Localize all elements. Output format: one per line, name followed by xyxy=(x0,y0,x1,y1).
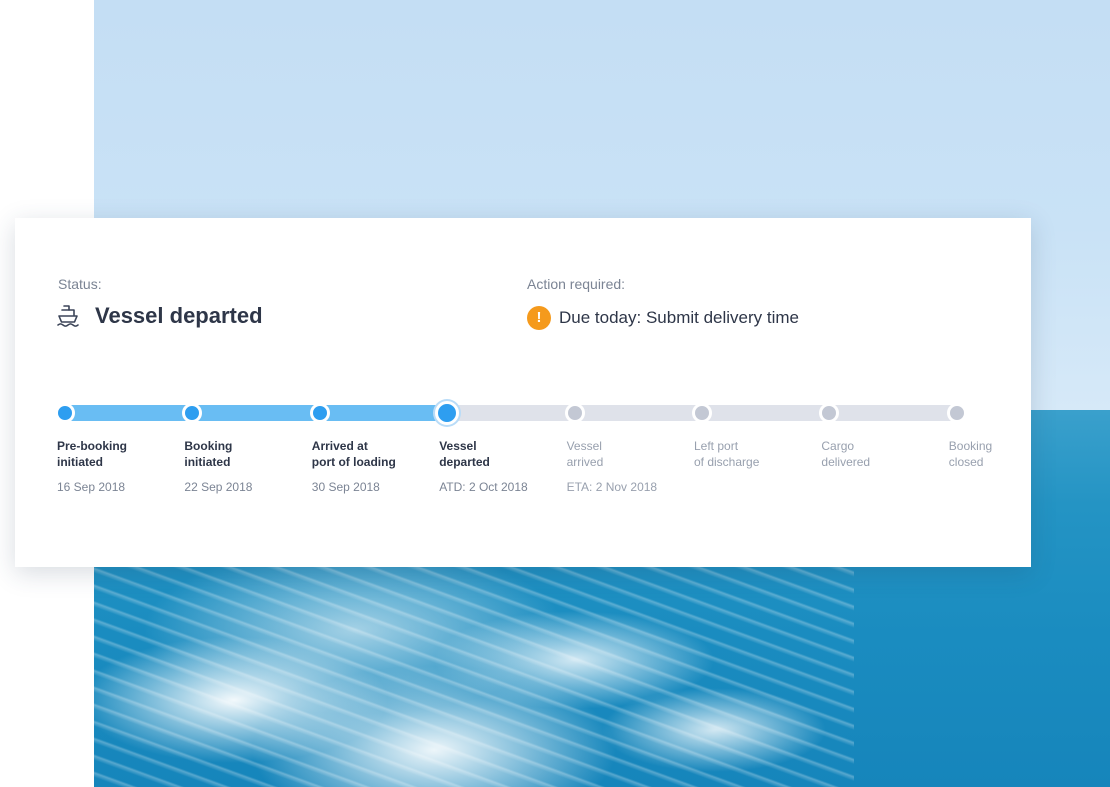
step-name-line: arrived xyxy=(566,455,604,469)
status-row: Vessel departed xyxy=(55,302,263,330)
step-marker[interactable] xyxy=(309,403,330,423)
action-label: Action required: xyxy=(527,276,626,292)
action-text[interactable]: Due today: Submit delivery time xyxy=(559,308,799,328)
step-marker[interactable] xyxy=(435,401,460,425)
step-name: Vessel arrived xyxy=(567,438,687,472)
step-marker[interactable] xyxy=(692,403,712,423)
timeline-step: Pre-booking initiated 16 Sep 2018 xyxy=(57,438,177,494)
timeline-step: Vessel arrived ETA: 2 Nov 2018 xyxy=(567,438,687,494)
step-name: Left port of discharge xyxy=(694,438,814,472)
step-name-line: initiated xyxy=(184,455,231,469)
step-marker[interactable] xyxy=(55,403,75,423)
shipment-status-card: Status: Vessel departed Action required:… xyxy=(15,218,1031,567)
timeline-step: Arrived at port of loading 30 Sep 2018 xyxy=(312,438,432,494)
step-name-line: Arrived at xyxy=(311,439,368,453)
step-name: Booking initiated xyxy=(184,438,304,472)
progress-fill xyxy=(65,405,448,421)
timeline-step: Cargo delivered xyxy=(821,438,941,480)
timeline-step: Left port of discharge xyxy=(694,438,814,480)
step-name-line: port of loading xyxy=(311,455,396,469)
timeline-step: Booking initiated 22 Sep 2018 xyxy=(184,438,304,494)
status-label: Status: xyxy=(58,276,102,292)
step-name-line: Vessel xyxy=(439,439,477,453)
step-date: ATD: 2 Oct 2018 xyxy=(439,480,528,494)
step-name-line: Vessel xyxy=(566,439,602,453)
status-title: Vessel departed xyxy=(95,303,263,328)
step-name-line: delivered xyxy=(821,455,871,469)
step-name-line: of discharge xyxy=(694,455,760,469)
step-name-line: Booking xyxy=(948,439,993,453)
step-date: 16 Sep 2018 xyxy=(57,480,126,494)
step-date: 30 Sep 2018 xyxy=(311,480,380,494)
step-name-line: initiated xyxy=(57,455,104,469)
step-name: Booking closed xyxy=(949,438,1069,472)
step-marker[interactable] xyxy=(564,403,585,423)
step-marker[interactable] xyxy=(946,403,967,423)
step-name-line: closed xyxy=(948,455,984,469)
step-name-line: Left port xyxy=(694,439,739,453)
step-name: Pre-booking initiated xyxy=(57,438,177,472)
exclamation-icon: ! xyxy=(527,305,551,330)
step-date: 22 Sep 2018 xyxy=(184,480,253,494)
ship-icon xyxy=(55,303,81,329)
timeline-step: Vessel departed ATD: 2 Oct 2018 xyxy=(439,438,559,494)
step-date: ETA: 2 Nov 2018 xyxy=(566,480,658,494)
step-name: Cargo delivered xyxy=(821,438,941,472)
step-name-line: departed xyxy=(439,455,490,469)
step-name: Arrived at port of loading xyxy=(312,438,432,472)
wake-foam xyxy=(94,560,854,787)
step-name: Vessel departed xyxy=(439,438,559,472)
action-row[interactable]: ! Due today: Submit delivery time xyxy=(527,305,799,330)
timeline-step: Booking closed xyxy=(949,438,1069,480)
step-name-line: Pre-booking xyxy=(57,439,128,453)
stage: Status: Vessel departed Action required:… xyxy=(0,0,1110,787)
step-name-line: Cargo xyxy=(821,439,855,453)
step-name-line: Booking xyxy=(184,439,233,453)
